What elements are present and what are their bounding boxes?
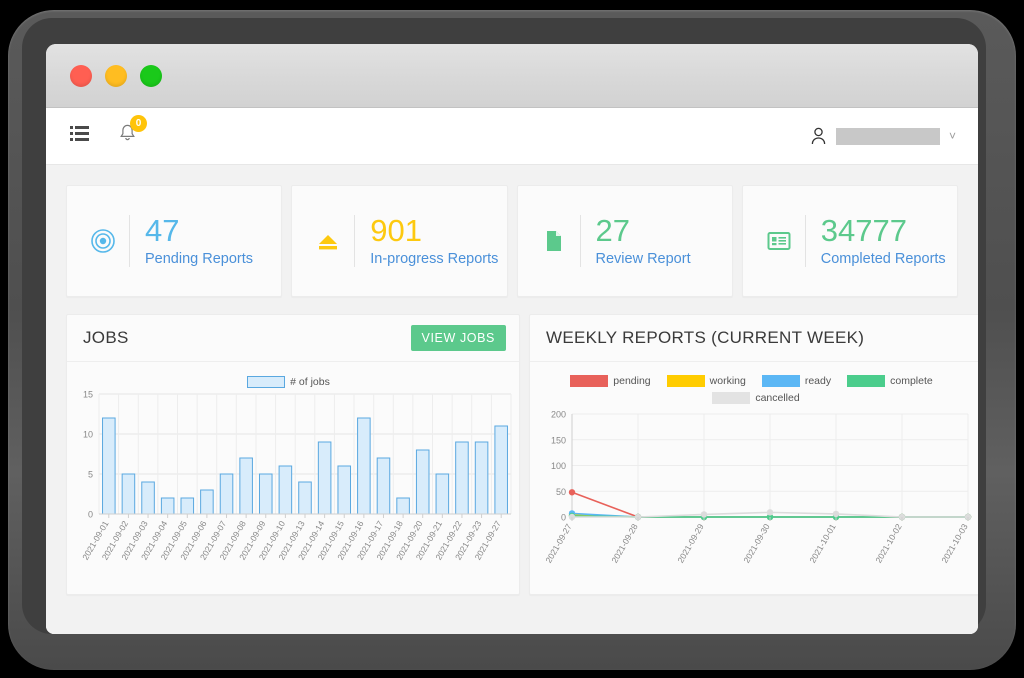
- stat-label: Review Report: [595, 250, 691, 267]
- stat-value: 47: [145, 213, 180, 249]
- svg-text:10: 10: [83, 430, 93, 440]
- legend-swatch-working: [666, 375, 705, 387]
- svg-text:15: 15: [83, 390, 93, 400]
- close-button[interactable]: [70, 64, 92, 87]
- weekly-chart-legend-row2: cancelled: [530, 392, 978, 404]
- notification-badge: 0: [130, 115, 147, 132]
- stat-card-text: 901 In-progress Reports: [354, 215, 498, 267]
- weekly-chart-legend-row1: pending working ready complete: [530, 375, 978, 387]
- legend-label-cancelled: cancelled: [755, 392, 800, 404]
- panels-row: JOBS VIEW JOBS # of jobs 0 5 10 15 2021-09-0…: [66, 314, 978, 595]
- legend-label-pending: pending: [613, 375, 651, 387]
- legend-swatch-complete: [847, 375, 886, 387]
- weekly-panel-title: WEEKLY REPORTS (CURRENT WEEK): [546, 328, 865, 347]
- browser-window: 0 ˅ 47 Pending Reports 901 In-progress R…: [46, 44, 978, 634]
- stat-card-review-report[interactable]: 27 Review Report: [516, 185, 733, 297]
- legend-item-jobs[interactable]: # of jobs: [247, 376, 330, 388]
- eject-icon: [308, 228, 348, 254]
- weekly-panel-header: WEEKLY REPORTS (CURRENT WEEK): [530, 315, 978, 362]
- legend-item-working[interactable]: working: [666, 375, 746, 387]
- legend-item-complete[interactable]: complete: [847, 375, 933, 387]
- jobs-bar-chart: 0510152021-09-012021-09-022021-09-032021…: [80, 390, 512, 562]
- stat-card-pending-reports[interactable]: 47 Pending Reports: [66, 185, 283, 297]
- weekly-line-chart: 0 50 100 150 200 2021-09-27 2021-09-28 2021-09-…: [543, 410, 972, 565]
- svg-text:2021-10-01: 2021-10-01: [807, 522, 838, 565]
- svg-text:50: 50: [556, 487, 566, 497]
- legend-item-ready[interactable]: ready: [761, 375, 832, 387]
- screenshot-stage: 0 ˅ 47 Pending Reports 901 In-progress R…: [0, 0, 1024, 678]
- stat-card-in-progress-reports[interactable]: 901 In-progress Reports: [291, 185, 508, 297]
- minimize-button[interactable]: [105, 64, 127, 87]
- stat-label: Pending Reports: [145, 250, 254, 267]
- user-icon: [811, 127, 826, 144]
- dashboard-body: 47 Pending Reports 901 In-progress Repor…: [46, 165, 978, 634]
- svg-text:200: 200: [551, 410, 566, 420]
- maximize-button[interactable]: [140, 64, 162, 87]
- legend-label-ready: ready: [804, 375, 832, 387]
- svg-text:2021-09-28: 2021-09-28: [609, 522, 640, 565]
- user-name-field: [835, 127, 940, 145]
- svg-text:0: 0: [561, 513, 566, 523]
- jobs-chart-legend: # of jobs: [67, 376, 519, 388]
- view-jobs-button[interactable]: VIEW JOBS: [410, 325, 506, 351]
- legend-label-complete: complete: [890, 375, 933, 387]
- svg-text:2021-09-30: 2021-09-30: [741, 522, 772, 565]
- weekly-reports-panel: WEEKLY REPORTS (CURRENT WEEK) pending wo…: [529, 314, 978, 595]
- stat-cards-row: 47 Pending Reports 901 In-progress Repor…: [66, 185, 958, 297]
- stat-value: 34777: [820, 213, 907, 249]
- app-topbar: 0 ˅: [46, 108, 978, 165]
- target-circle-icon: [83, 228, 123, 254]
- svg-text:2021-10-02: 2021-10-02: [873, 522, 904, 565]
- stat-value: 901: [370, 213, 422, 249]
- legend-swatch-pending: [570, 375, 609, 387]
- jobs-panel: JOBS VIEW JOBS # of jobs 0 5 10 15 2021-09-0…: [66, 314, 520, 595]
- svg-text:2021-09-29: 2021-09-29: [675, 522, 706, 565]
- legend-swatch-ready: [761, 375, 800, 387]
- jobs-chart-area: # of jobs 0 5 10 15 2021-09-01 2021-09-02 2021…: [67, 362, 519, 594]
- stat-card-text: 47 Pending Reports: [129, 215, 253, 267]
- stat-label: Completed Reports: [820, 250, 946, 267]
- stat-value: 27: [595, 213, 630, 249]
- menu-list-icon[interactable]: [70, 126, 89, 146]
- svg-text:100: 100: [551, 461, 566, 471]
- legend-item-cancelled[interactable]: cancelled: [712, 392, 800, 404]
- legend-label-jobs: # of jobs: [290, 376, 330, 388]
- jobs-panel-title: JOBS: [83, 328, 129, 347]
- stat-card-text: 27 Review Report: [579, 213, 691, 267]
- legend-item-pending[interactable]: pending: [570, 375, 651, 387]
- legend-swatch-jobs: [247, 376, 286, 388]
- svg-text:5: 5: [88, 470, 93, 480]
- svg-text:150: 150: [551, 435, 566, 445]
- svg-text:0: 0: [88, 510, 93, 520]
- legend-label-working: working: [709, 375, 746, 387]
- chevron-down-icon[interactable]: ˅: [949, 129, 956, 143]
- window-titlebar: [46, 44, 978, 108]
- stat-card-text: 34777 Completed Reports: [804, 213, 946, 267]
- svg-text:2021-10-03: 2021-10-03: [939, 522, 970, 565]
- list-card-icon: [759, 228, 799, 254]
- legend-swatch-cancelled: [712, 392, 751, 404]
- weekly-chart-area: pending working ready complete cancelled…: [530, 362, 978, 594]
- jobs-panel-header: JOBS VIEW JOBS: [67, 315, 519, 362]
- stat-card-completed-reports[interactable]: 34777 Completed Reports: [741, 185, 958, 297]
- svg-text:2021-09-27: 2021-09-27: [543, 522, 574, 565]
- document-icon: [534, 228, 574, 254]
- user-menu[interactable]: ˅: [810, 127, 956, 146]
- notifications-button[interactable]: 0: [119, 115, 147, 148]
- stat-label: In-progress Reports: [370, 250, 499, 267]
